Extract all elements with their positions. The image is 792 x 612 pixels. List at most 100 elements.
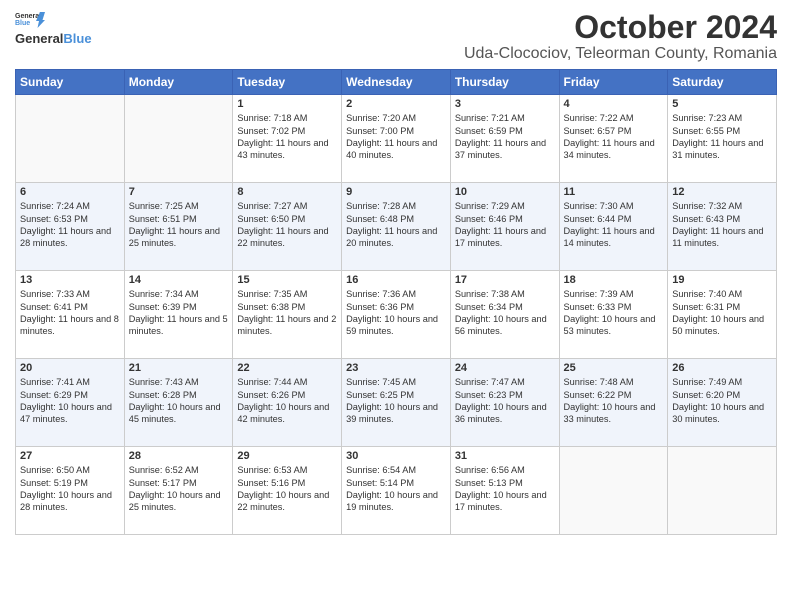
day-info: Sunrise: 7:21 AMSunset: 6:59 PMDaylight:… [455, 112, 555, 162]
day-number: 20 [20, 362, 120, 374]
table-row: 28Sunrise: 6:52 AMSunset: 5:17 PMDayligh… [124, 447, 233, 535]
day-number: 30 [346, 450, 446, 462]
day-info: Sunrise: 7:43 AMSunset: 6:28 PMDaylight:… [129, 376, 229, 426]
calendar-week-row: 20 Sunrise: 7:41 AMSunset: 6:29 PMDayligh… [16, 359, 777, 447]
table-row [559, 447, 668, 535]
table-row: 13 Sunrise: 7:33 AMSunset: 6:41 PMDayligh… [16, 271, 125, 359]
table-row: 17 Sunrise: 7:38 AMSunset: 6:34 PMDayligh… [450, 271, 559, 359]
day-number: 5 [672, 98, 772, 110]
day-info: Sunrise: 7:25 AMSunset: 6:51 PMDaylight:… [129, 200, 229, 250]
logo: General Blue GeneralBlue [15, 10, 92, 48]
day-number: 26 [672, 362, 772, 374]
table-row: 4 Sunrise: 7:22 AMSunset: 6:57 PMDaylight… [559, 95, 668, 183]
table-row: 2Sunrise: 7:20 AMSunset: 7:00 PMDaylight… [342, 95, 451, 183]
table-row: 9Sunrise: 7:28 AMSunset: 6:48 PMDaylight… [342, 183, 451, 271]
day-info: Sunrise: 7:18 AMSunset: 7:02 PMDaylight:… [237, 112, 337, 162]
table-row: 18 Sunrise: 7:39 AMSunset: 6:33 PMDayligh… [559, 271, 668, 359]
table-row: 23 Sunrise: 7:45 AMSunset: 6:25 PMDayligh… [342, 359, 451, 447]
table-row: 12 Sunrise: 7:32 AMSunset: 6:43 PMDayligh… [668, 183, 777, 271]
day-info: Sunrise: 7:44 AMSunset: 6:26 PMDaylight:… [237, 376, 337, 426]
table-row: 26Sunrise: 7:49 AMSunset: 6:20 PMDayligh… [668, 359, 777, 447]
calendar-subtitle: Uda-Clocociov, Teleorman County, Romania [464, 45, 777, 63]
table-row: 15Sunrise: 7:35 AMSunset: 6:38 PMDayligh… [233, 271, 342, 359]
calendar-week-row: 13 Sunrise: 7:33 AMSunset: 6:41 PMDayligh… [16, 271, 777, 359]
table-row: 1 Sunrise: 7:18 AMSunset: 7:02 PMDaylight… [233, 95, 342, 183]
day-info: Sunrise: 7:29 AMSunset: 6:46 PMDaylight:… [455, 200, 555, 250]
table-row: 8Sunrise: 7:27 AMSunset: 6:50 PMDaylight… [233, 183, 342, 271]
day-number: 3 [455, 98, 555, 110]
table-row: 3 Sunrise: 7:21 AMSunset: 6:59 PMDaylight… [450, 95, 559, 183]
day-number: 1 [237, 98, 337, 110]
table-row: 29 Sunrise: 6:53 AMSunset: 5:16 PMDayligh… [233, 447, 342, 535]
col-monday: Monday [124, 70, 233, 95]
page: General Blue GeneralBlue October 2024 Ud… [0, 0, 792, 612]
day-number: 17 [455, 274, 555, 286]
table-row [16, 95, 125, 183]
day-info: Sunrise: 7:32 AMSunset: 6:43 PMDaylight:… [672, 200, 772, 250]
table-row: 31 Sunrise: 6:56 AMSunset: 5:13 PMDayligh… [450, 447, 559, 535]
day-info: Sunrise: 6:53 AMSunset: 5:16 PMDaylight:… [237, 464, 337, 514]
col-tuesday: Tuesday [233, 70, 342, 95]
day-info: Sunrise: 7:36 AMSunset: 6:36 PMDaylight:… [346, 288, 446, 338]
table-row: 27 Sunrise: 6:50 AMSunset: 5:19 PMDayligh… [16, 447, 125, 535]
title-block: October 2024 Uda-Clocociov, Teleorman Co… [464, 10, 777, 63]
table-row: 7 Sunrise: 7:25 AMSunset: 6:51 PMDaylight… [124, 183, 233, 271]
day-number: 18 [564, 274, 664, 286]
table-row: 21 Sunrise: 7:43 AMSunset: 6:28 PMDayligh… [124, 359, 233, 447]
table-row: 10 Sunrise: 7:29 AMSunset: 6:46 PMDayligh… [450, 183, 559, 271]
calendar-week-row: 6Sunrise: 7:24 AMSunset: 6:53 PMDaylight… [16, 183, 777, 271]
day-number: 12 [672, 186, 772, 198]
day-number: 23 [346, 362, 446, 374]
day-number: 21 [129, 362, 229, 374]
day-number: 8 [237, 186, 337, 198]
day-number: 25 [564, 362, 664, 374]
day-number: 7 [129, 186, 229, 198]
day-number: 16 [346, 274, 446, 286]
day-number: 24 [455, 362, 555, 374]
table-row: 14Sunrise: 7:34 AMSunset: 6:39 PMDayligh… [124, 271, 233, 359]
calendar-table: Sunday Monday Tuesday Wednesday Thursday… [15, 69, 777, 535]
col-thursday: Thursday [450, 70, 559, 95]
day-number: 27 [20, 450, 120, 462]
col-saturday: Saturday [668, 70, 777, 95]
col-wednesday: Wednesday [342, 70, 451, 95]
day-number: 11 [564, 186, 664, 198]
day-info: Sunrise: 7:33 AMSunset: 6:41 PMDaylight:… [20, 288, 120, 338]
day-number: 22 [237, 362, 337, 374]
day-info: Sunrise: 7:48 AMSunset: 6:22 PMDaylight:… [564, 376, 664, 426]
day-number: 4 [564, 98, 664, 110]
logo-blue: Blue [63, 31, 91, 46]
calendar-week-row: 1 Sunrise: 7:18 AMSunset: 7:02 PMDaylight… [16, 95, 777, 183]
day-info: Sunrise: 7:30 AMSunset: 6:44 PMDaylight:… [564, 200, 664, 250]
day-info: Sunrise: 7:34 AMSunset: 6:39 PMDaylight:… [129, 288, 229, 338]
day-info: Sunrise: 7:39 AMSunset: 6:33 PMDaylight:… [564, 288, 664, 338]
day-number: 15 [237, 274, 337, 286]
day-info: Sunrise: 7:20 AMSunset: 7:00 PMDaylight:… [346, 112, 446, 162]
header: General Blue GeneralBlue October 2024 Ud… [15, 10, 777, 63]
day-number: 10 [455, 186, 555, 198]
day-info: Sunrise: 7:40 AMSunset: 6:31 PMDaylight:… [672, 288, 772, 338]
day-number: 9 [346, 186, 446, 198]
day-number: 29 [237, 450, 337, 462]
table-row [124, 95, 233, 183]
day-info: Sunrise: 6:54 AMSunset: 5:14 PMDaylight:… [346, 464, 446, 514]
day-info: Sunrise: 7:41 AMSunset: 6:29 PMDaylight:… [20, 376, 120, 426]
table-row: 6Sunrise: 7:24 AMSunset: 6:53 PMDaylight… [16, 183, 125, 271]
table-row: 30 Sunrise: 6:54 AMSunset: 5:14 PMDayligh… [342, 447, 451, 535]
col-friday: Friday [559, 70, 668, 95]
calendar-title: October 2024 [464, 10, 777, 45]
calendar-week-row: 27 Sunrise: 6:50 AMSunset: 5:19 PMDayligh… [16, 447, 777, 535]
table-row: 11 Sunrise: 7:30 AMSunset: 6:44 PMDayligh… [559, 183, 668, 271]
day-number: 13 [20, 274, 120, 286]
day-info: Sunrise: 7:45 AMSunset: 6:25 PMDaylight:… [346, 376, 446, 426]
day-number: 31 [455, 450, 555, 462]
day-info: Sunrise: 6:56 AMSunset: 5:13 PMDaylight:… [455, 464, 555, 514]
table-row: 22 Sunrise: 7:44 AMSunset: 6:26 PMDayligh… [233, 359, 342, 447]
day-info: Sunrise: 7:22 AMSunset: 6:57 PMDaylight:… [564, 112, 664, 162]
day-number: 6 [20, 186, 120, 198]
table-row: 25 Sunrise: 7:48 AMSunset: 6:22 PMDayligh… [559, 359, 668, 447]
calendar-header-row: Sunday Monday Tuesday Wednesday Thursday… [16, 70, 777, 95]
day-info: Sunrise: 7:38 AMSunset: 6:34 PMDaylight:… [455, 288, 555, 338]
day-info: Sunrise: 6:50 AMSunset: 5:19 PMDaylight:… [20, 464, 120, 514]
table-row: 24Sunrise: 7:47 AMSunset: 6:23 PMDayligh… [450, 359, 559, 447]
